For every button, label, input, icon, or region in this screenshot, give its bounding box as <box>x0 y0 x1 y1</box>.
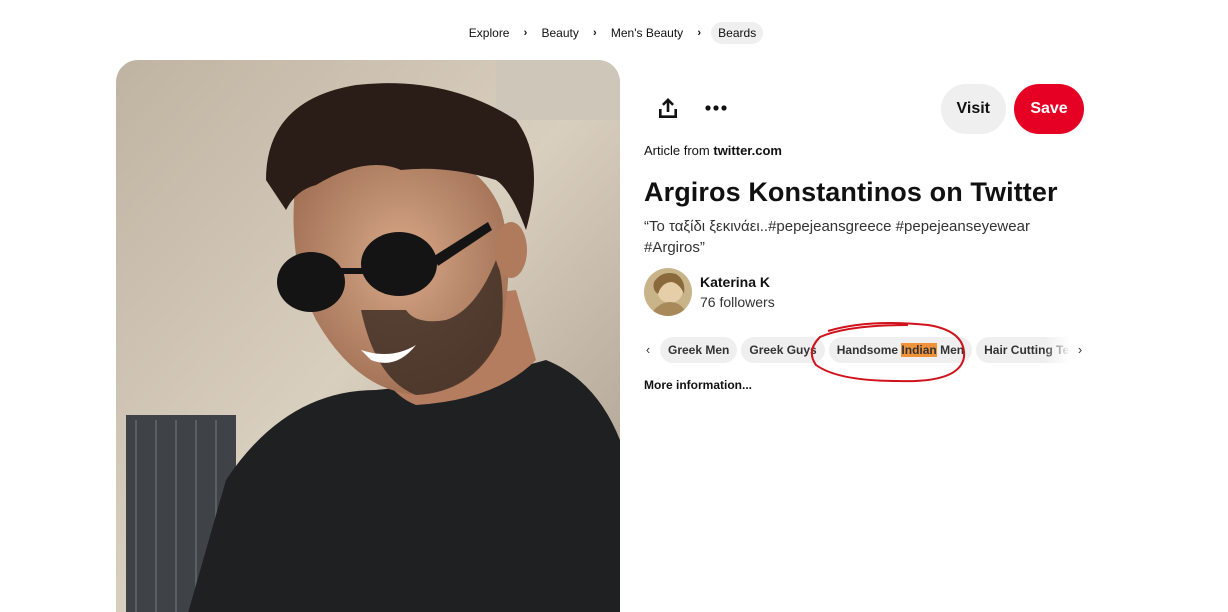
pin-title: Argiros Konstantinos on Twitter <box>644 177 1058 207</box>
share-button[interactable] <box>644 84 692 132</box>
avatar-image <box>644 268 692 316</box>
tag-hair-cutting-techniques[interactable]: Hair Cutting Techniques <box>976 337 1070 363</box>
breadcrumb-mens-beauty[interactable]: Men's Beauty <box>607 26 687 40</box>
avatar[interactable] <box>644 268 692 316</box>
chevron-left-icon[interactable]: ‹ <box>640 337 656 361</box>
pin-image[interactable] <box>116 60 620 612</box>
search-highlight: Indian <box>901 343 937 357</box>
tag-greek-guys[interactable]: Greek Guys <box>741 337 825 363</box>
chevron-right-icon: › <box>523 27 528 39</box>
chevron-right-icon: › <box>593 27 597 39</box>
chevron-right-icon[interactable]: › <box>1072 337 1088 361</box>
tag-greek-men[interactable]: Greek Men <box>660 337 738 363</box>
pin-photo <box>116 60 620 612</box>
share-upload-icon <box>659 98 677 118</box>
article-source-link[interactable]: twitter.com <box>713 143 782 158</box>
breadcrumb: Explore › Beauty › Men's Beauty › Beards <box>0 21 1228 45</box>
pin-details: Visit Save Article from twitter.com Argi… <box>644 84 1084 394</box>
related-tags: ‹ Greek Men Greek Guys Handsome Indian Men… <box>644 322 1084 383</box>
pin-description: “Το ταξίδι ξεκινάει..#pepejeansgreece #p… <box>644 218 1030 256</box>
breadcrumb-beauty[interactable]: Beauty <box>537 26 582 40</box>
pin-actions: Visit Save <box>644 84 1084 134</box>
creator-followers: 76 followers <box>700 294 775 310</box>
tag-text-post: Men <box>936 343 965 357</box>
more-options-button[interactable] <box>692 84 740 132</box>
creator-name[interactable]: Katerina K <box>700 274 775 290</box>
more-information-link[interactable]: More information... <box>644 378 752 392</box>
breadcrumb-beards[interactable]: Beards <box>711 22 764 44</box>
tag-list: Greek Men Greek Guys Handsome Indian Men Ha… <box>660 337 1070 363</box>
chevron-right-icon: › <box>697 27 701 39</box>
breadcrumb-explore[interactable]: Explore <box>465 26 514 40</box>
tag-handsome-indian-men[interactable]: Handsome Indian Men <box>828 337 973 363</box>
tag-text-pre: Handsome <box>836 343 902 357</box>
ellipsis-icon <box>705 105 727 111</box>
creator-profile: Katerina K 76 followers <box>644 266 1084 318</box>
article-source: Article from twitter.com <box>644 143 1084 158</box>
visit-button[interactable]: Visit <box>940 84 1006 134</box>
article-prefix: Article from <box>644 143 710 158</box>
save-button[interactable]: Save <box>1014 84 1084 134</box>
